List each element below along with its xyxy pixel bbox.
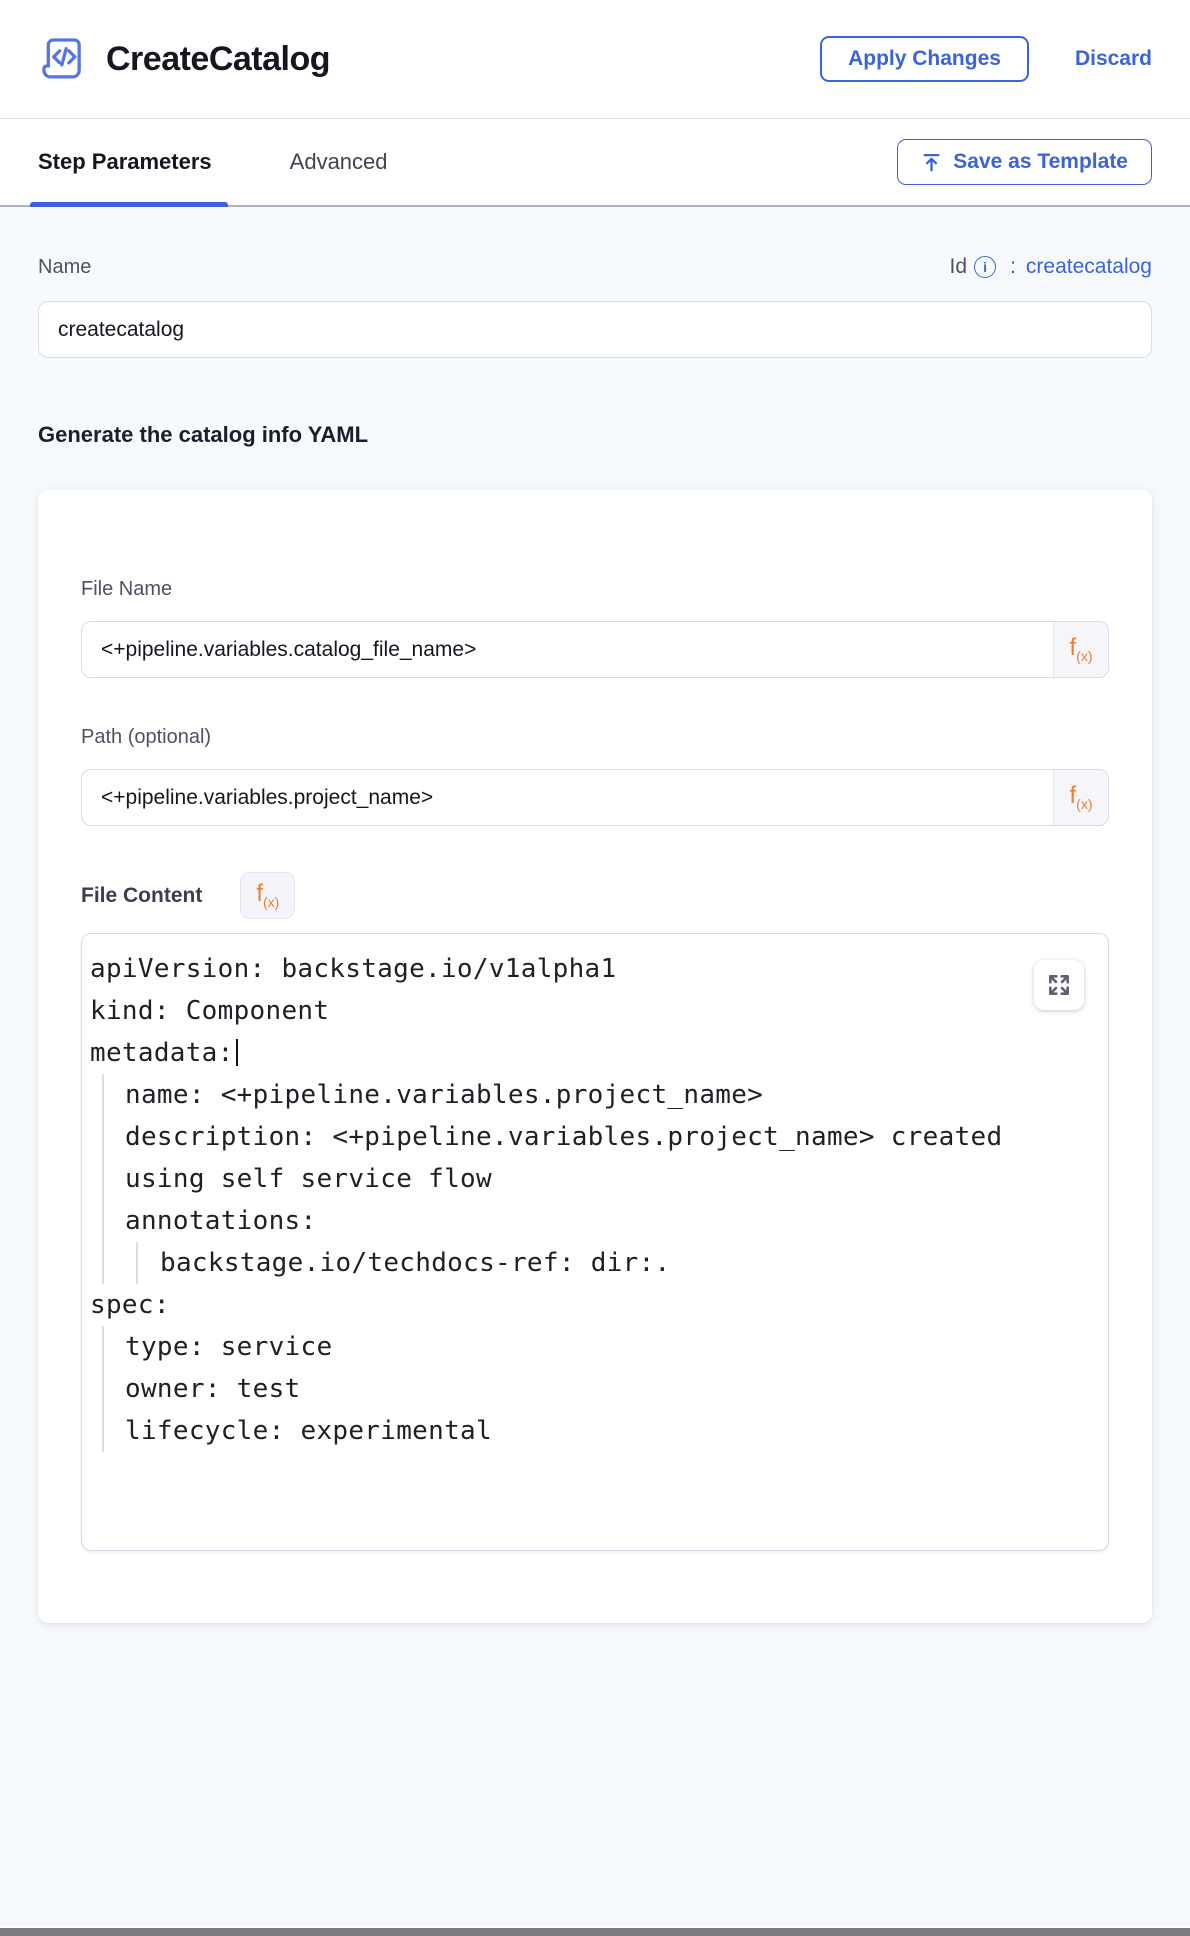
path-fx-button[interactable]: f(x) — [1053, 770, 1108, 825]
name-row: Name Id i : createcatalog — [38, 255, 1152, 279]
save-as-template-label: Save as Template — [953, 150, 1128, 174]
fx-icon: f(x) — [1070, 784, 1093, 811]
section-heading: Generate the catalog info YAML — [38, 422, 1152, 448]
code-line: lifecycle: experimental — [90, 1410, 1048, 1452]
step-config-card: File Name f(x) Path (optional) f(x) File… — [38, 490, 1152, 1623]
spacer — [81, 678, 1109, 726]
page-title: CreateCatalog — [106, 40, 330, 79]
id-colon: : — [1010, 255, 1016, 279]
id-group: Id i : createcatalog — [950, 255, 1152, 279]
code-line: owner: test — [90, 1368, 1048, 1410]
code-line: using self service flow — [90, 1158, 1048, 1200]
file-name-fx-button[interactable]: f(x) — [1053, 622, 1108, 677]
code-line: apiVersion: backstage.io/v1alpha1 — [90, 948, 1048, 990]
upload-icon — [921, 152, 942, 173]
code-line: name: <+pipeline.variables.project_name> — [90, 1074, 1048, 1116]
file-content-code-editor[interactable]: apiVersion: backstage.io/v1alpha1kind: C… — [81, 933, 1109, 1551]
id-value: createcatalog — [1026, 255, 1152, 279]
expand-icon — [1046, 972, 1072, 998]
step-header: CreateCatalog Apply Changes Discard — [0, 0, 1190, 119]
indent-guide — [102, 1158, 104, 1200]
text-caret — [236, 1039, 239, 1066]
indent-guide — [102, 1074, 104, 1116]
code-line: backstage.io/techdocs-ref: dir:. — [90, 1242, 1048, 1284]
expand-editor-button[interactable] — [1034, 960, 1084, 1010]
tab-advanced[interactable]: Advanced — [290, 119, 388, 205]
path-input-group: f(x) — [81, 769, 1109, 826]
code-line: description: <+pipeline.variables.projec… — [90, 1116, 1048, 1158]
path-label: Path (optional) — [81, 726, 1109, 749]
code-line: kind: Component — [90, 990, 1048, 1032]
tab-bar: Step Parameters Advanced Save as Templat… — [0, 119, 1190, 207]
fx-icon: f(x) — [256, 882, 279, 909]
id-label: Id — [950, 255, 968, 279]
fx-icon: f(x) — [1070, 636, 1093, 663]
file-content-row: File Content f(x) — [81, 872, 1109, 919]
indent-guide — [102, 1326, 104, 1368]
indent-guide — [102, 1116, 104, 1158]
file-content-fx-button[interactable]: f(x) — [240, 872, 295, 919]
indent-guide — [102, 1200, 104, 1242]
discard-button[interactable]: Discard — [1075, 47, 1152, 71]
file-content-label: File Content — [81, 884, 202, 908]
save-as-template-button[interactable]: Save as Template — [897, 139, 1152, 185]
code-editor-lines: apiVersion: backstage.io/v1alpha1kind: C… — [90, 948, 1048, 1452]
file-name-input-group: f(x) — [81, 621, 1109, 678]
code-line: spec: — [90, 1284, 1048, 1326]
file-name-label: File Name — [81, 578, 1109, 601]
name-input[interactable] — [38, 301, 1152, 358]
tab-step-parameters[interactable]: Step Parameters — [38, 119, 212, 205]
file-name-input[interactable] — [81, 621, 1109, 678]
name-label: Name — [38, 256, 91, 279]
bottom-edge-bar — [0, 1928, 1190, 1936]
script-step-icon — [38, 33, 90, 85]
code-line: annotations: — [90, 1200, 1048, 1242]
apply-changes-button[interactable]: Apply Changes — [820, 36, 1029, 82]
path-input[interactable] — [81, 769, 1109, 826]
indent-guide — [136, 1242, 138, 1284]
code-line: metadata: — [90, 1032, 1048, 1074]
step-parameters-panel: Name Id i : createcatalog Generate the c… — [0, 207, 1190, 1927]
info-icon[interactable]: i — [974, 256, 996, 278]
code-line: type: service — [90, 1326, 1048, 1368]
indent-guide — [102, 1368, 104, 1410]
indent-guide — [102, 1410, 104, 1452]
indent-guide — [102, 1242, 104, 1284]
